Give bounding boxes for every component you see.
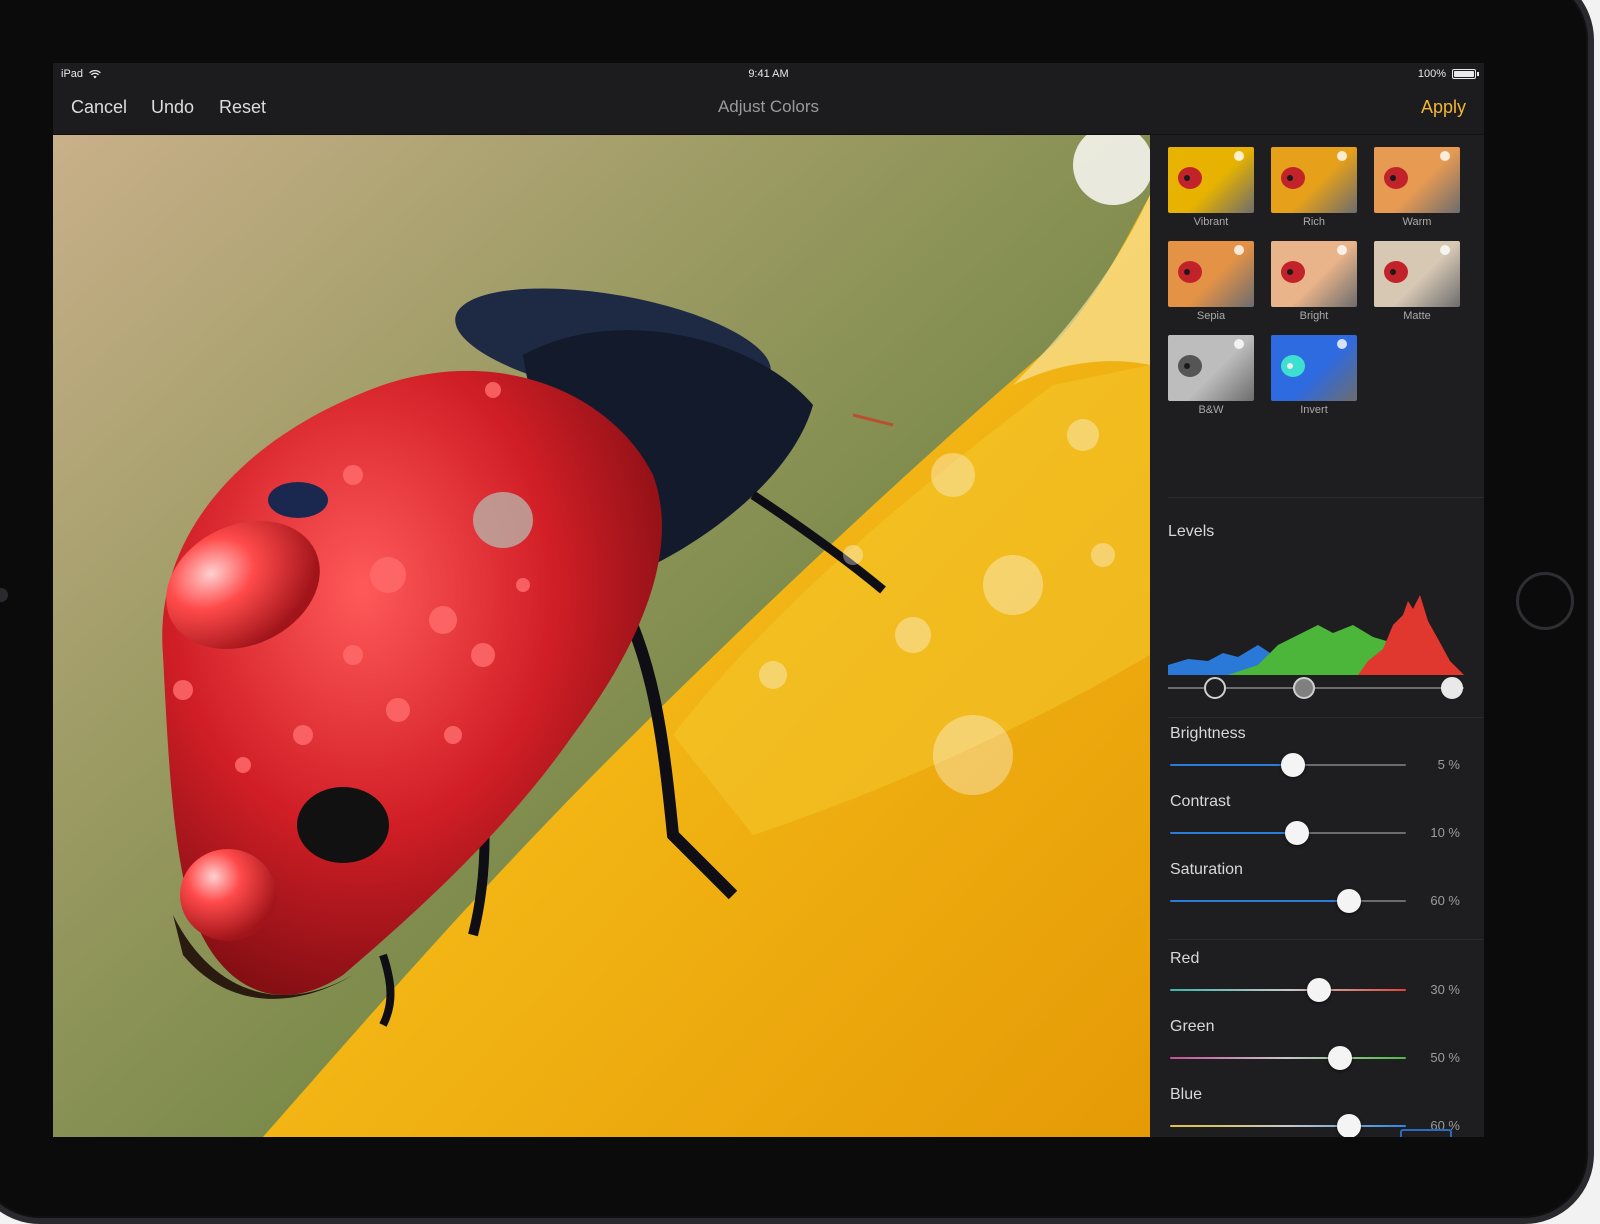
levels-histogram: [1168, 595, 1464, 675]
spot: [1287, 175, 1293, 181]
filter-sepia[interactable]: Sepia: [1168, 241, 1254, 322]
droplet: [1337, 245, 1347, 255]
battery-percent: 100%: [1417, 68, 1446, 80]
spot: [1390, 175, 1396, 181]
midtone-handle[interactable]: [1293, 677, 1316, 699]
slider-track[interactable]: [1170, 889, 1406, 913]
slider-track[interactable]: [1170, 821, 1406, 845]
ladybug-thumb: [1178, 355, 1202, 377]
slider-value: 30 %: [1430, 982, 1460, 997]
droplet: [1234, 339, 1244, 349]
app-screen: iPad 9:41 AM 100% Cancel Undo Reset Adju…: [53, 63, 1484, 1137]
ladybug-thumb: [1178, 167, 1202, 189]
home-button[interactable]: [1516, 572, 1574, 630]
slider-label: Blue: [1170, 1086, 1203, 1103]
filter-thumb: [1271, 241, 1357, 307]
filter-label: Rich: [1302, 216, 1325, 228]
filter-thumb: [1271, 335, 1357, 401]
filter-matte[interactable]: Matte: [1374, 241, 1460, 322]
slider-track[interactable]: [1170, 753, 1406, 777]
ladybug-thumb: [1281, 355, 1305, 377]
spot: [1184, 269, 1190, 275]
white-point-handle[interactable]: [1441, 677, 1464, 699]
slider-knob[interactable]: [1306, 978, 1331, 1002]
battery-fill: [1454, 71, 1474, 77]
apply-button[interactable]: Apply: [1421, 97, 1466, 118]
spot: [1287, 363, 1293, 369]
filter-warm[interactable]: Warm: [1374, 147, 1460, 228]
saturation-slider: Saturation 60 %: [1170, 861, 1470, 921]
filter-label: Sepia: [1196, 310, 1226, 322]
filter-label: Bright: [1299, 310, 1329, 322]
slider-label: Brightness: [1170, 725, 1246, 742]
page-title: Adjust Colors: [717, 97, 820, 116]
nav-bar: Cancel Undo Reset Adjust Colors Apply: [53, 87, 1484, 135]
photo-canvas[interactable]: [53, 135, 1150, 1137]
slider-value: 5 %: [1437, 757, 1460, 772]
spot: [1390, 269, 1396, 275]
droplet: [1234, 245, 1244, 255]
slider-knob[interactable]: [1280, 753, 1305, 777]
slider-knob[interactable]: [1285, 821, 1310, 845]
ladybug-thumb: [1384, 167, 1408, 189]
droplet: [1440, 245, 1450, 255]
slider-track[interactable]: [1170, 978, 1406, 1002]
adjust-panel: Vibrant Rich Warm Sepia Bright Matte B&W…: [1150, 135, 1484, 1137]
filter-rich[interactable]: Rich: [1271, 147, 1357, 228]
filter-thumb: [1168, 335, 1254, 401]
slider-label: Red: [1170, 950, 1200, 967]
droplet: [1337, 339, 1347, 349]
contrast-slider: Contrast 10 %: [1170, 793, 1470, 853]
slider-value: 10 %: [1430, 825, 1460, 840]
filter-label: B&W: [1198, 404, 1224, 416]
filter-label: Vibrant: [1193, 216, 1229, 228]
divider: [1168, 717, 1484, 718]
black-point-handle[interactable]: [1204, 677, 1227, 699]
slider-value: 50 %: [1430, 1050, 1460, 1065]
ladybug-thumb: [1178, 261, 1202, 283]
spot: [1184, 363, 1190, 369]
slider-knob[interactable]: [1337, 889, 1362, 913]
slider-value: 60 %: [1430, 893, 1460, 908]
filter-thumb: [1271, 147, 1357, 213]
filter-bw[interactable]: B&W: [1168, 335, 1254, 416]
filter-thumb: [1374, 147, 1460, 213]
red-slider: Red 30 %: [1170, 950, 1470, 1010]
green-slider: Green 50 %: [1170, 1018, 1470, 1078]
brightness-slider: Brightness 5 %: [1170, 725, 1470, 785]
levels-slider[interactable]: [1168, 677, 1464, 699]
slider-label: Green: [1170, 1018, 1215, 1035]
levels-title: Levels: [1168, 523, 1215, 540]
filter-invert[interactable]: Invert: [1271, 335, 1357, 416]
slider-label: Saturation: [1170, 861, 1243, 878]
divider: [1168, 497, 1484, 498]
spot: [1184, 175, 1190, 181]
droplet: [1234, 151, 1244, 161]
slider-track[interactable]: [1170, 1114, 1406, 1137]
filter-bright[interactable]: Bright: [1271, 241, 1357, 322]
filter-thumb: [1374, 241, 1460, 307]
spot: [1287, 269, 1293, 275]
filter-label: Matte: [1403, 310, 1431, 322]
filter-vibrant[interactable]: Vibrant: [1168, 147, 1254, 228]
slider-knob[interactable]: [1337, 1114, 1362, 1137]
droplet: [1440, 151, 1450, 161]
divider: [1168, 939, 1484, 940]
status-bar: iPad 9:41 AM 100%: [53, 63, 1484, 87]
partial-button[interactable]: [1400, 1129, 1452, 1137]
ladybug-thumb: [1281, 167, 1305, 189]
battery-icon: [1452, 69, 1479, 79]
slider-label: Contrast: [1170, 793, 1231, 810]
filter-thumb: [1168, 241, 1254, 307]
slider-track[interactable]: [1170, 1046, 1406, 1070]
filter-label: Invert: [1300, 404, 1328, 416]
ladybug-thumb: [1384, 261, 1408, 283]
filter-thumb: [1168, 147, 1254, 213]
slider-knob[interactable]: [1327, 1046, 1352, 1070]
status-time: 9:41 AM: [748, 68, 789, 80]
ladybug-thumb: [1281, 261, 1305, 283]
droplet: [1337, 151, 1347, 161]
filter-label: Warm: [1402, 216, 1432, 228]
